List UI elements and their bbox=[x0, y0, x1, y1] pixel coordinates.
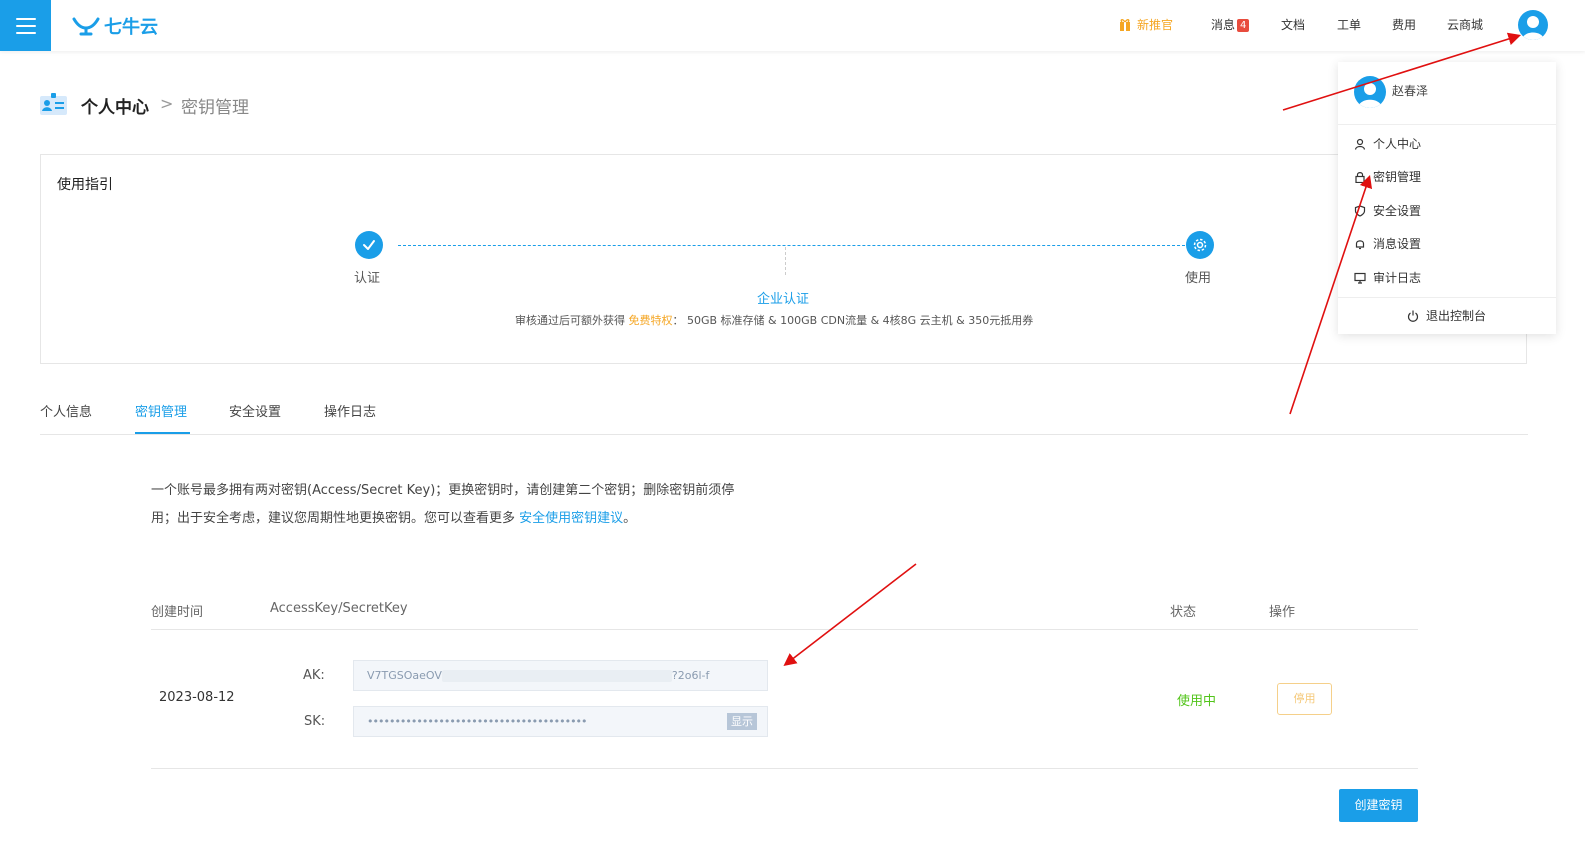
column-header-status: 状态 bbox=[1170, 605, 1197, 620]
column-header-action: 操作 bbox=[1269, 605, 1296, 620]
active-tab-indicator bbox=[135, 432, 190, 434]
notice-line-2: 用；出于安全考虑，建议您周期性地更换密钥。您可以查看更多 bbox=[151, 511, 516, 526]
nav-market[interactable]: 云商城 bbox=[1447, 16, 1483, 33]
dropdown-item-security-settings[interactable]: 安全设置 bbox=[1354, 202, 1421, 219]
guide-progress-line bbox=[398, 245, 1185, 246]
secret-key-field[interactable]: ••••••••••••••••••••••••••••••••••••••••… bbox=[353, 706, 768, 737]
dropdown-item-label: 消息设置 bbox=[1373, 237, 1422, 251]
dropdown-item-key-management[interactable]: 密钥管理 bbox=[1354, 168, 1421, 185]
table-header-divider bbox=[151, 629, 1418, 630]
create-key-button[interactable]: 创建密钥 bbox=[1339, 789, 1418, 822]
dropdown-item-message-settings[interactable]: 消息设置 bbox=[1354, 235, 1421, 252]
nav-billing[interactable]: 费用 bbox=[1392, 16, 1416, 33]
column-header-keys: AccessKey/SecretKey bbox=[270, 601, 408, 616]
ak-label: AK: bbox=[303, 668, 325, 683]
dropdown-avatar bbox=[1354, 76, 1386, 108]
monitor-log-icon bbox=[1354, 272, 1366, 284]
id-card-icon bbox=[40, 93, 67, 115]
tab-personal-info[interactable]: 个人信息 bbox=[40, 401, 92, 420]
power-icon bbox=[1407, 310, 1419, 322]
guide-title: 使用指引 bbox=[57, 177, 113, 193]
breadcrumb-personal-center[interactable]: 个人中心 bbox=[81, 93, 149, 118]
dropdown-username: 赵春泽 bbox=[1392, 84, 1429, 98]
dropdown-divider bbox=[1338, 297, 1556, 298]
user-avatar-icon bbox=[1522, 16, 1544, 40]
nav-promo-label: 新推官 bbox=[1137, 18, 1174, 32]
tab-key-management[interactable]: 密钥管理 bbox=[135, 401, 187, 420]
enterprise-auth-link[interactable]: 企业认证 bbox=[757, 288, 809, 307]
benefit-prefix: 审核通过后可额外获得 bbox=[515, 314, 625, 327]
qiniu-logo[interactable]: 七牛云 bbox=[72, 13, 158, 39]
key-security-advice-link[interactable]: 安全使用密钥建议 bbox=[519, 511, 623, 526]
access-key-field[interactable]: V7TGSOaeOV ?2o6l-f bbox=[353, 660, 768, 691]
dropdown-item-label: 个人中心 bbox=[1373, 137, 1422, 151]
tab-security-settings[interactable]: 安全设置 bbox=[229, 401, 281, 420]
step-use-label: 使用 bbox=[1185, 271, 1212, 286]
logout-label: 退出控制台 bbox=[1426, 309, 1487, 323]
gift-icon bbox=[1119, 18, 1131, 31]
show-secret-key-button[interactable]: 显示 bbox=[727, 713, 757, 730]
notice-line-1: 一个账号最多拥有两对密钥(Access/Secret Key)；更换密钥时，请创… bbox=[151, 483, 735, 498]
logo-text: 七牛云 bbox=[104, 17, 158, 38]
user-avatar-icon bbox=[1358, 83, 1382, 108]
column-header-created: 创建时间 bbox=[151, 605, 204, 620]
nav-messages[interactable]: 消息 4 bbox=[1211, 16, 1250, 33]
table-row-divider bbox=[151, 768, 1418, 769]
usage-guide-panel: 使用指引 认证 使用 企业认证 审核通过后可额外获得 免费特权： 50GB 标准… bbox=[40, 154, 1527, 364]
step-use-gear-icon bbox=[1186, 231, 1214, 259]
breadcrumb-current: 密钥管理 bbox=[181, 98, 249, 118]
dropdown-item-label: 审计日志 bbox=[1373, 271, 1422, 285]
tab-operation-log[interactable]: 操作日志 bbox=[324, 401, 376, 420]
top-navigation-bar: 七牛云 新推官 消息 4 文档 工单 费用 云商城 bbox=[0, 0, 1585, 51]
sk-label: SK: bbox=[304, 714, 326, 729]
access-key-visible-start: V7TGSOaeOV bbox=[367, 669, 442, 682]
user-icon bbox=[1354, 138, 1366, 150]
benefit-details: ： 50GB 标准存储 & 100GB CDN流量 & 4核8G 云主机 & 3… bbox=[672, 314, 1034, 327]
benefit-text: 审核通过后可额外获得 免费特权： 50GB 标准存储 & 100GB CDN流量… bbox=[515, 312, 1033, 328]
dropdown-item-label: 密钥管理 bbox=[1373, 170, 1422, 184]
access-key-visible-end: ?2o6l-f bbox=[671, 669, 710, 682]
bell-icon bbox=[1355, 239, 1365, 249]
benefit-free-privilege: 免费特权 bbox=[628, 314, 673, 327]
user-dropdown-menu: 赵春泽 个人中心 密钥管理 安全设置 消息设置 审计日志 退出控制台 bbox=[1338, 62, 1556, 334]
shield-icon bbox=[1354, 204, 1366, 217]
notice-end: 。 bbox=[623, 511, 637, 526]
lock-icon bbox=[1355, 171, 1365, 183]
step-auth-label: 认证 bbox=[354, 271, 381, 286]
user-avatar-button[interactable] bbox=[1518, 10, 1548, 40]
nav-promo[interactable]: 新推官 bbox=[1119, 16, 1173, 33]
secret-key-masked: •••••••••••••••••••••••••••••••••••••••• bbox=[367, 715, 588, 728]
guide-branch-line bbox=[785, 247, 786, 275]
message-count-badge: 4 bbox=[1237, 19, 1250, 32]
key-status-badge: 使用中 bbox=[1177, 694, 1217, 709]
nav-docs[interactable]: 文档 bbox=[1281, 16, 1305, 33]
logout-console-button[interactable]: 退出控制台 bbox=[1407, 307, 1486, 324]
dropdown-item-personal-center[interactable]: 个人中心 bbox=[1354, 135, 1421, 152]
nav-tickets[interactable]: 工单 bbox=[1337, 16, 1361, 33]
hamburger-menu-button[interactable] bbox=[0, 0, 51, 51]
arrow-to-keys bbox=[783, 563, 917, 666]
disable-key-button[interactable]: 停用 bbox=[1277, 683, 1332, 715]
key-created-date: 2023-08-12 bbox=[159, 690, 235, 705]
key-policy-notice: 一个账号最多拥有两对密钥(Access/Secret Key)；更换密钥时，请创… bbox=[151, 477, 771, 533]
step-done-check-icon bbox=[355, 231, 383, 259]
tabs-divider bbox=[40, 434, 1528, 435]
dropdown-divider bbox=[1338, 124, 1556, 125]
dropdown-item-audit-log[interactable]: 审计日志 bbox=[1354, 269, 1421, 286]
dropdown-item-label: 安全设置 bbox=[1373, 204, 1422, 218]
nav-messages-label: 消息 bbox=[1211, 18, 1236, 32]
qiniu-logo-icon bbox=[72, 17, 100, 36]
access-key-redacted bbox=[441, 670, 672, 682]
breadcrumb-separator: > bbox=[160, 94, 174, 113]
